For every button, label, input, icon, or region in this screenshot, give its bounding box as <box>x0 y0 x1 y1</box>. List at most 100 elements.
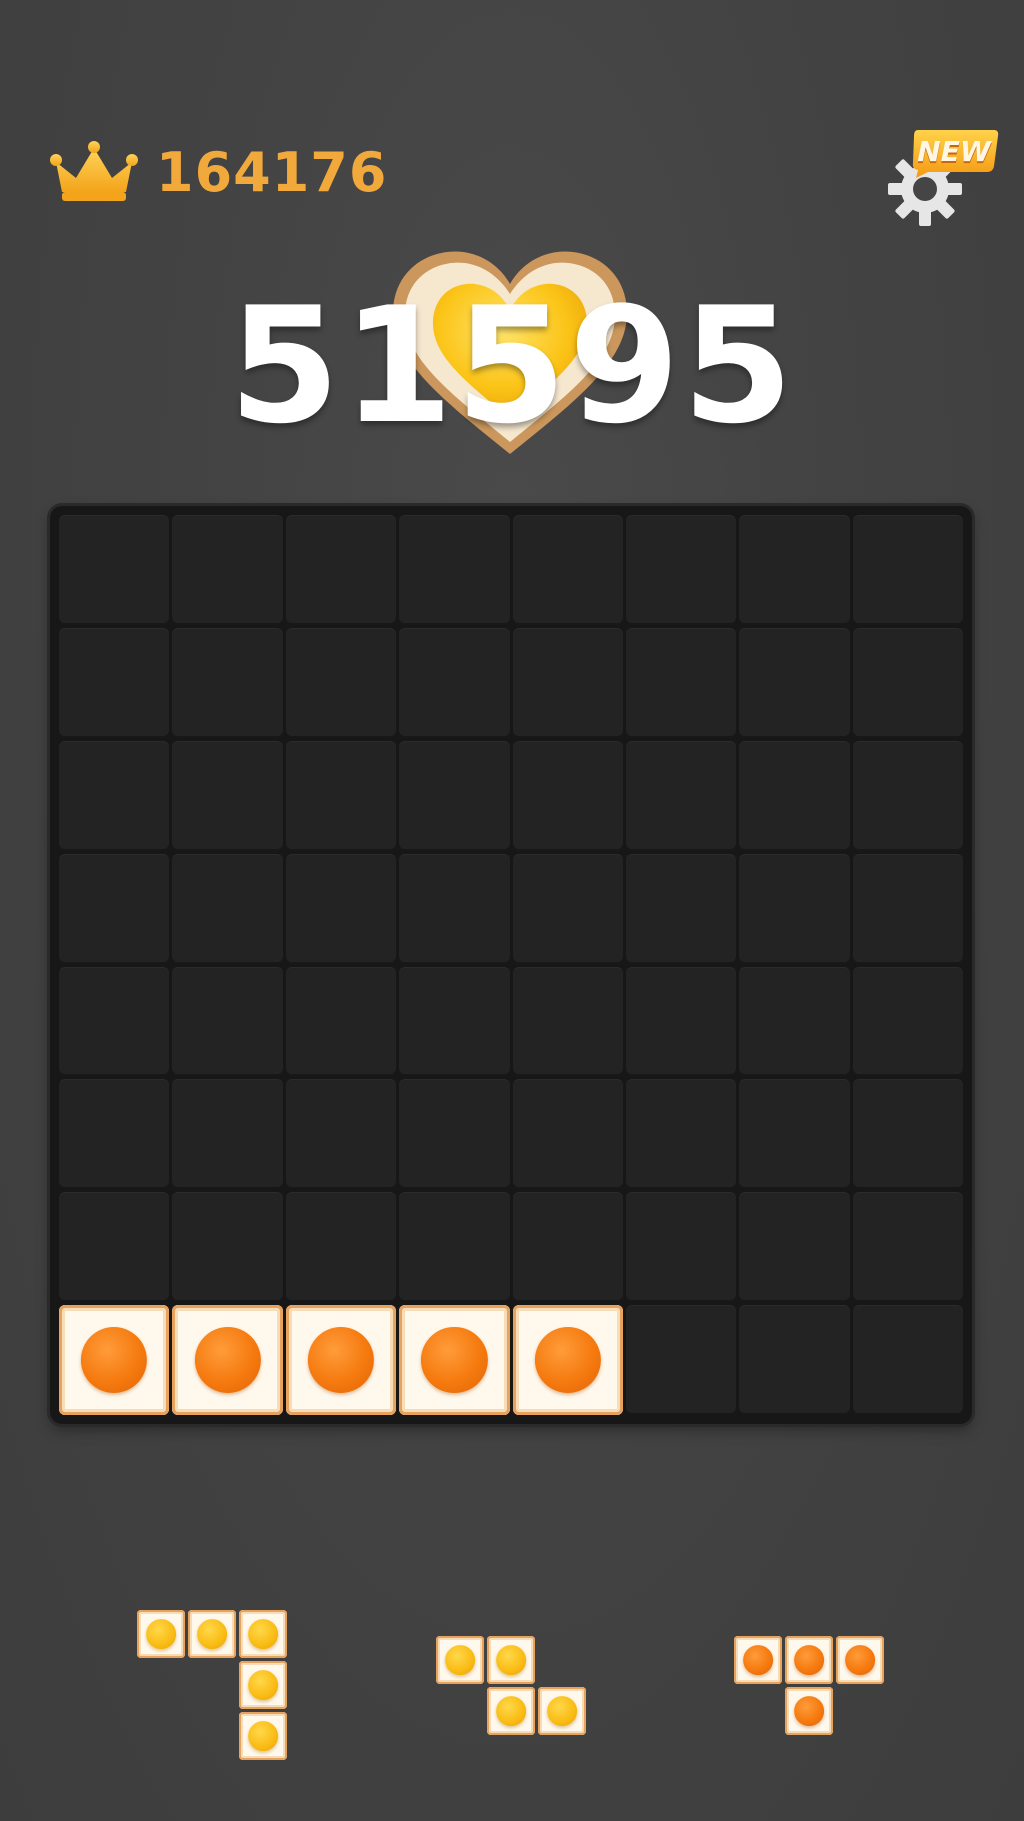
piece-tile <box>239 1661 287 1709</box>
egg-yolk-icon <box>794 1696 824 1726</box>
board-cell-filled[interactable] <box>399 1305 510 1415</box>
board-cell-empty[interactable] <box>739 740 850 851</box>
piece-tile <box>188 1610 236 1658</box>
board-cell-empty[interactable] <box>285 1079 397 1190</box>
egg-yolk-icon <box>496 1696 526 1726</box>
egg-yolk-icon <box>445 1645 475 1675</box>
board-cell-empty[interactable] <box>625 1192 737 1303</box>
piece-tile <box>538 1687 586 1735</box>
board-cell-empty[interactable] <box>739 1192 850 1303</box>
board-cell-filled[interactable] <box>285 1305 397 1415</box>
board-cell-filled[interactable] <box>172 1305 283 1415</box>
board-cell-empty[interactable] <box>172 1079 283 1190</box>
game-board[interactable] <box>50 506 972 1424</box>
board-cell-empty[interactable] <box>512 966 623 1077</box>
egg-yolk-icon <box>197 1619 227 1649</box>
settings-button[interactable]: NEW <box>880 128 1000 228</box>
board-cell-empty[interactable] <box>512 627 623 738</box>
board-cell-empty[interactable] <box>625 515 737 625</box>
board-cell-empty[interactable] <box>59 1192 170 1303</box>
board-cell-empty[interactable] <box>172 966 283 1077</box>
board-cell-empty[interactable] <box>285 740 397 851</box>
piece-tile <box>785 1687 833 1735</box>
board-cell-empty[interactable] <box>59 853 170 964</box>
current-score: 51595 <box>228 272 796 459</box>
new-badge-label: NEW <box>917 134 991 168</box>
board-cell-empty[interactable] <box>625 853 737 964</box>
piece-tile <box>734 1636 782 1684</box>
board-cell-empty[interactable] <box>625 740 737 851</box>
board-cell-empty[interactable] <box>172 515 283 625</box>
board-cell-empty[interactable] <box>512 740 623 851</box>
board-cell-empty[interactable] <box>625 1305 737 1415</box>
board-cell-empty[interactable] <box>739 515 850 625</box>
board-cell-empty[interactable] <box>59 1079 170 1190</box>
egg-yolk-icon <box>248 1619 278 1649</box>
board-cell-empty[interactable] <box>625 627 737 738</box>
board-cell-empty[interactable] <box>739 1079 850 1190</box>
board-cell-empty[interactable] <box>739 1305 850 1415</box>
board-cell-empty[interactable] <box>399 515 510 625</box>
game-screen: 164176 NEW 51595 <box>0 0 1024 1821</box>
board-cell-empty[interactable] <box>512 1079 623 1190</box>
piece-tile <box>785 1636 833 1684</box>
board-cell-empty[interactable] <box>172 853 283 964</box>
board-cell-empty[interactable] <box>399 1079 510 1190</box>
egg-yolk-icon <box>146 1619 176 1649</box>
piece-t-shape[interactable] <box>734 1636 887 1738</box>
board-cell-empty[interactable] <box>852 627 963 738</box>
board-cell-empty[interactable] <box>739 627 850 738</box>
board-cell-empty[interactable] <box>285 853 397 964</box>
board-cell-empty[interactable] <box>399 1192 510 1303</box>
board-cell-empty[interactable] <box>512 853 623 964</box>
board-cell-empty[interactable] <box>852 1305 963 1415</box>
board-cell-empty[interactable] <box>399 853 510 964</box>
egg-yolk-icon <box>81 1327 148 1394</box>
board-cell-empty[interactable] <box>852 1192 963 1303</box>
egg-yolk-icon <box>248 1670 278 1700</box>
board-cell-empty[interactable] <box>399 627 510 738</box>
egg-yolk-icon <box>743 1645 773 1675</box>
board-cell-filled[interactable] <box>59 1305 170 1415</box>
board-cell-empty[interactable] <box>59 740 170 851</box>
piece-tile <box>487 1636 535 1684</box>
board-cell-empty[interactable] <box>172 740 283 851</box>
board-cell-empty[interactable] <box>852 1079 963 1190</box>
board-cell-empty[interactable] <box>59 966 170 1077</box>
board-cell-empty[interactable] <box>625 1079 737 1190</box>
board-cell-empty[interactable] <box>852 966 963 1077</box>
board-cell-empty[interactable] <box>739 853 850 964</box>
board-grid[interactable] <box>59 515 963 1415</box>
board-cell-empty[interactable] <box>172 1192 283 1303</box>
board-cell-empty[interactable] <box>512 1192 623 1303</box>
egg-yolk-icon <box>248 1721 278 1751</box>
board-cell-empty[interactable] <box>625 966 737 1077</box>
piece-tile <box>239 1610 287 1658</box>
piece-tile <box>487 1687 535 1735</box>
board-cell-filled[interactable] <box>512 1305 623 1415</box>
piece-tile <box>137 1610 185 1658</box>
board-cell-empty[interactable] <box>285 627 397 738</box>
piece-l-shape[interactable] <box>137 1610 290 1763</box>
piece-z-shape[interactable] <box>436 1636 589 1738</box>
egg-yolk-icon <box>547 1696 577 1726</box>
egg-yolk-icon <box>794 1645 824 1675</box>
board-cell-empty[interactable] <box>399 740 510 851</box>
board-cell-empty[interactable] <box>285 1192 397 1303</box>
board-cell-empty[interactable] <box>59 515 170 625</box>
board-cell-empty[interactable] <box>399 966 510 1077</box>
crown-icon <box>50 141 138 201</box>
board-cell-empty[interactable] <box>739 966 850 1077</box>
board-cell-empty[interactable] <box>59 627 170 738</box>
egg-yolk-icon <box>307 1327 375 1394</box>
board-cell-empty[interactable] <box>852 740 963 851</box>
board-cell-empty[interactable] <box>285 515 397 625</box>
egg-yolk-icon <box>194 1327 261 1394</box>
best-score: 164176 <box>46 140 387 204</box>
best-score-value: 164176 <box>156 140 388 204</box>
board-cell-empty[interactable] <box>172 627 283 738</box>
board-cell-empty[interactable] <box>852 515 963 625</box>
board-cell-empty[interactable] <box>852 853 963 964</box>
board-cell-empty[interactable] <box>512 515 623 625</box>
board-cell-empty[interactable] <box>285 966 397 1077</box>
